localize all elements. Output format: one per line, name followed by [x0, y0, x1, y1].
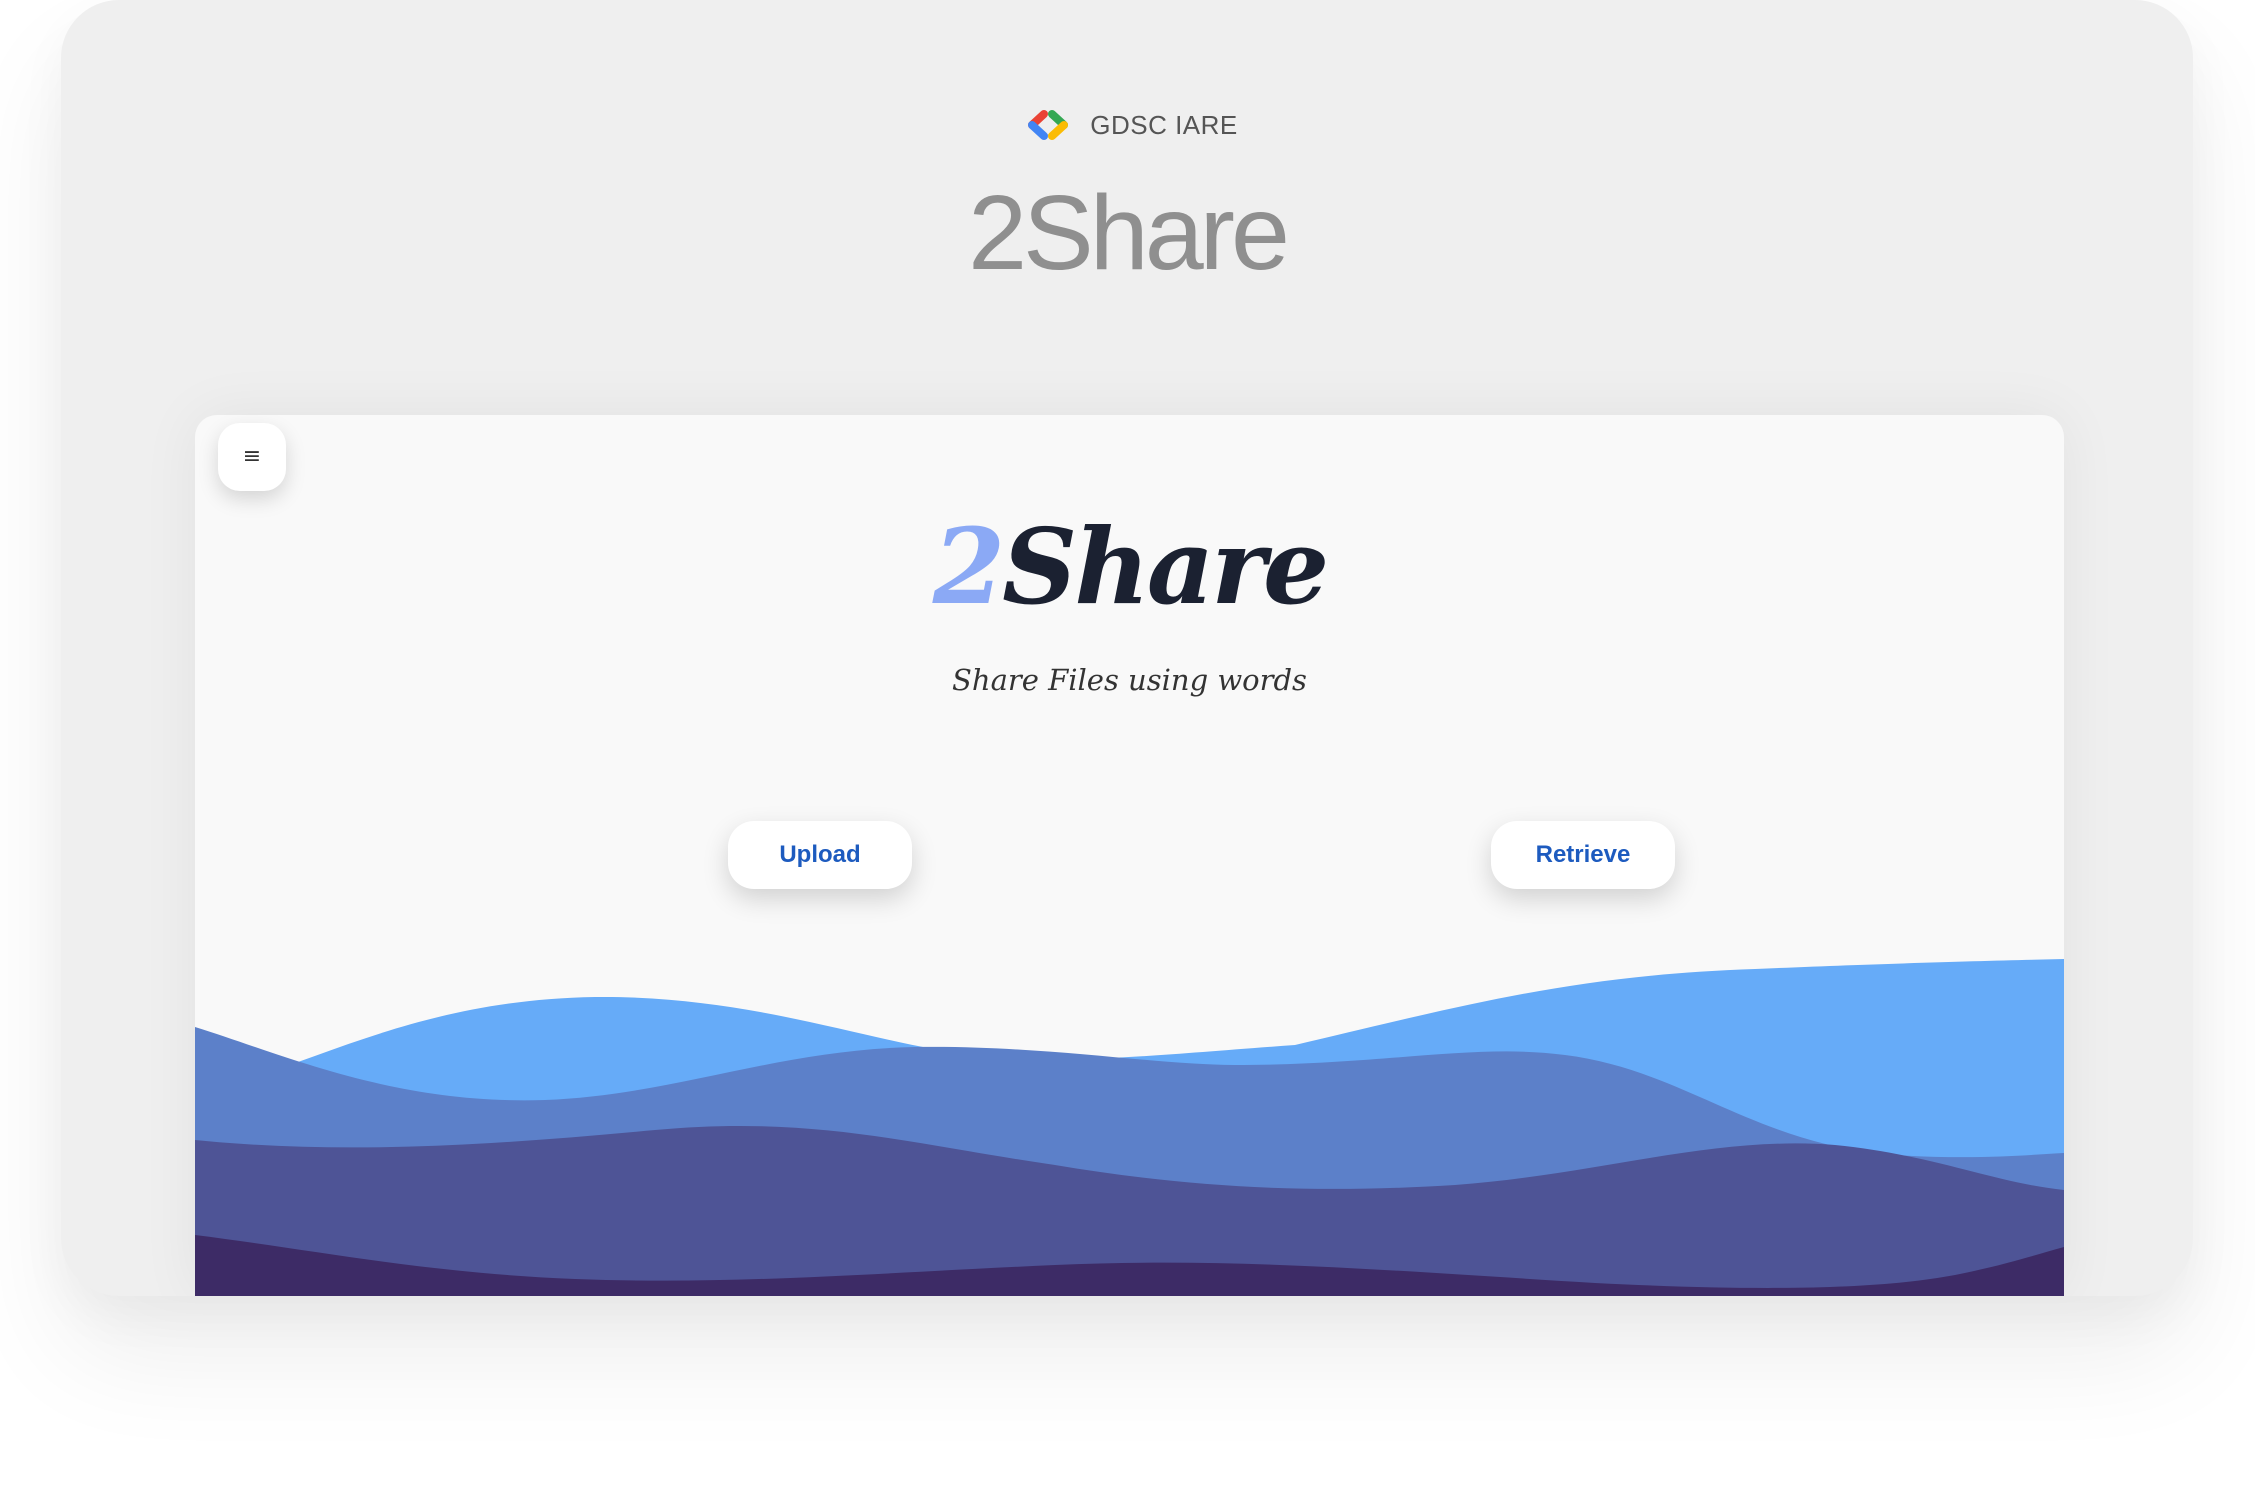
- app-title: 2Share: [195, 515, 2064, 619]
- showcase-card: GDSC IARE 2Share ≡ 2Share Share Files us…: [61, 0, 2193, 1296]
- app-tagline: Share Files using words: [952, 663, 1307, 697]
- brand-name: GDSC IARE: [1090, 109, 1238, 140]
- brand-header: GDSC IARE: [61, 108, 2193, 142]
- hamburger-menu-icon: ≡: [242, 444, 262, 469]
- wave-decoration: [195, 959, 2064, 1296]
- app-window: ≡ 2Share Share Files using words Upload …: [195, 415, 2064, 1296]
- app-title-rest: Share: [1002, 505, 1329, 628]
- gdsc-logo-icon: [1028, 110, 1069, 140]
- hero-title: 2Share: [968, 174, 1290, 292]
- retrieve-button[interactable]: Retrieve: [1491, 821, 1675, 889]
- app-title-accent: 2: [932, 505, 1005, 628]
- menu-button[interactable]: ≡: [218, 423, 286, 491]
- upload-button[interactable]: Upload: [728, 821, 912, 889]
